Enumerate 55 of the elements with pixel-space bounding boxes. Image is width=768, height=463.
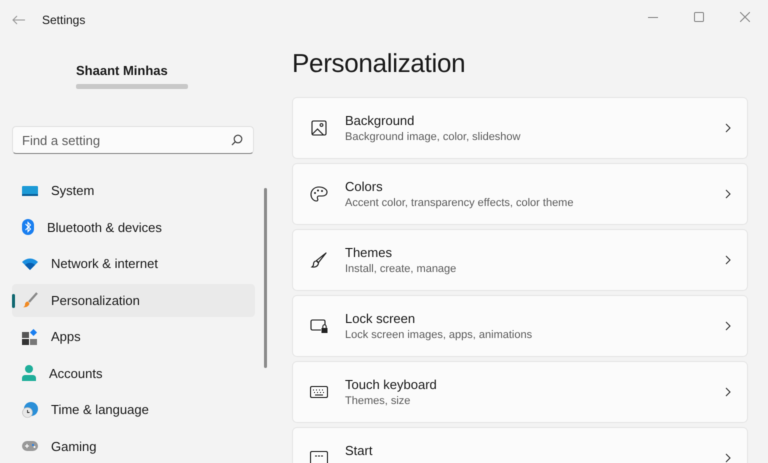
- monitor-icon: [22, 184, 38, 196]
- account-name: Shaant Minhas: [76, 63, 169, 78]
- sidebar-item[interactable]: Personalization: [12, 284, 255, 316]
- start-menu-icon: [310, 451, 328, 463]
- chevron-right-icon: [725, 321, 731, 331]
- card-subtitle: Install, create, manage: [345, 263, 458, 275]
- scrollbar[interactable]: [264, 188, 267, 368]
- picture-icon: [310, 120, 328, 136]
- sidebar-item[interactable]: Network & internet: [12, 247, 255, 280]
- maximize-icon[interactable]: [694, 12, 704, 22]
- page-title: Personalization: [292, 48, 466, 79]
- paintbrush-icon: [22, 292, 38, 308]
- globe-clock-icon: [22, 402, 38, 418]
- wifi-icon: [22, 258, 38, 270]
- sidebar-item[interactable]: System: [12, 174, 255, 207]
- settings-card[interactable]: Background Background image, color, slideshow: [292, 97, 748, 159]
- back-arrow-icon[interactable]: [12, 15, 26, 25]
- settings-card[interactable]: Start: [292, 427, 748, 463]
- search-field[interactable]: Find a setting: [12, 126, 254, 154]
- settings-card[interactable]: Lock screen Lock screen images, apps, animations: [292, 295, 748, 357]
- selection-indicator: [12, 294, 15, 308]
- chevron-right-icon: [725, 387, 731, 397]
- sidebar-item[interactable]: Gaming: [12, 430, 255, 462]
- settings-card[interactable]: Colors Accent color, transparency effects, color theme: [292, 163, 748, 225]
- chevron-right-icon: [725, 453, 731, 463]
- sidebar-item[interactable]: Time & language: [12, 393, 255, 426]
- card-subtitle: Accent color, transparency effects, color theme: [345, 197, 574, 209]
- settings-card[interactable]: Touch keyboard Themes, size: [292, 361, 748, 423]
- paintbrush-icon: [310, 252, 328, 268]
- close-icon[interactable]: [740, 12, 750, 22]
- window-title: Settings: [42, 13, 86, 27]
- lock-screen-icon: [310, 319, 328, 333]
- gamepad-icon: [22, 441, 38, 451]
- chevron-right-icon: [725, 255, 731, 265]
- search-icon: [231, 134, 243, 146]
- card-title: Background: [345, 113, 416, 128]
- card-subtitle: Themes, size: [345, 395, 412, 407]
- card-title: Colors: [345, 179, 384, 194]
- chevron-right-icon: [725, 123, 731, 133]
- keyboard-icon: [310, 386, 328, 398]
- sidebar-item[interactable]: Accounts: [12, 356, 255, 390]
- card-subtitle: Background image, color, slideshow: [345, 131, 522, 143]
- card-title: Touch keyboard: [345, 377, 438, 392]
- apps-icon: [22, 328, 38, 344]
- chevron-right-icon: [725, 189, 731, 199]
- person-icon: [22, 365, 36, 381]
- card-title: Lock screen: [345, 311, 416, 326]
- card-title: Start: [345, 443, 374, 458]
- palette-icon: [310, 186, 328, 202]
- settings-card[interactable]: Themes Install, create, manage: [292, 229, 748, 291]
- card-title: Themes: [345, 245, 393, 260]
- sidebar-item[interactable]: Apps: [12, 320, 255, 353]
- sidebar-item[interactable]: Bluetooth & devices: [12, 210, 255, 244]
- bluetooth-icon: [22, 219, 34, 235]
- card-subtitle: Lock screen images, apps, animations: [345, 329, 534, 341]
